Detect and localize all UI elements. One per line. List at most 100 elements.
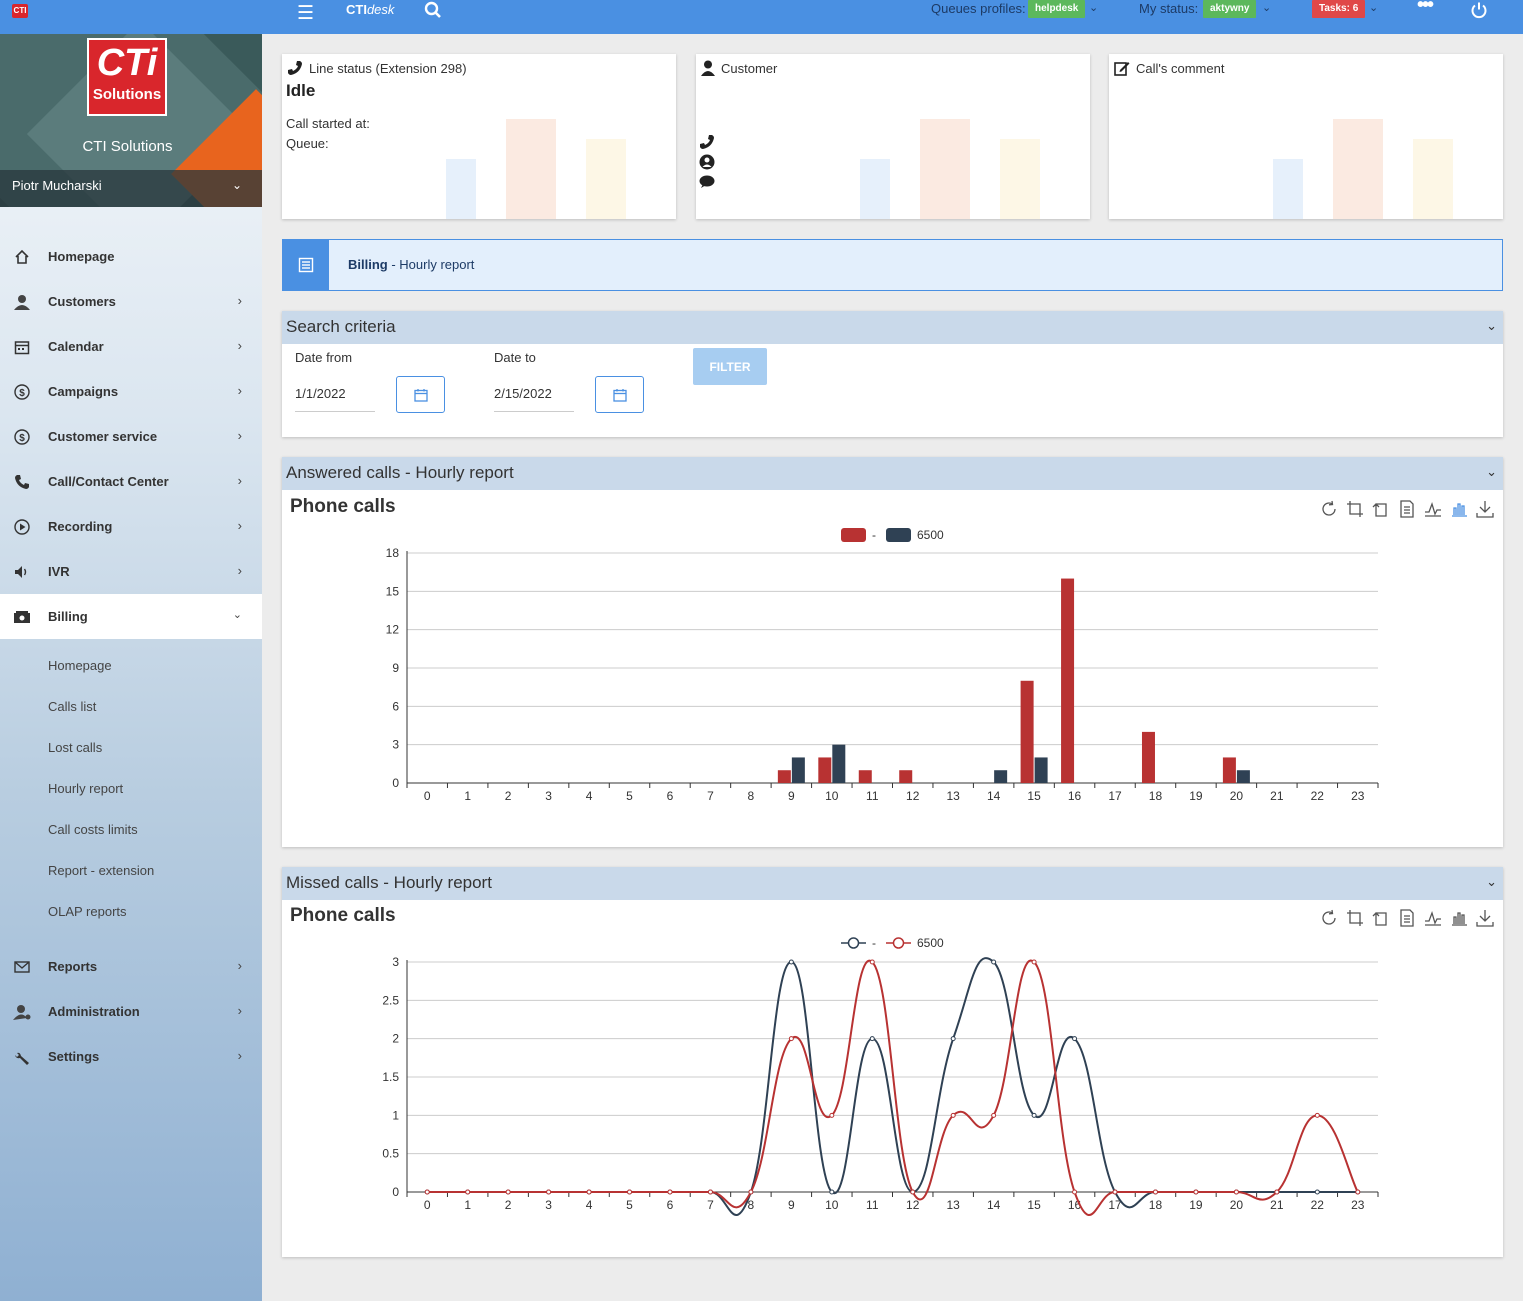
zoom-reset-icon[interactable]	[1371, 499, 1391, 519]
zoom-icon[interactable]	[1345, 499, 1365, 519]
sidebar-item-customer-service[interactable]: $ Customer service ›	[0, 414, 262, 459]
user-menu[interactable]: Piotr Mucharski ⌄	[0, 170, 262, 207]
sidebar-item-ivr[interactable]: IVR ›	[0, 549, 262, 594]
answered-calls-header[interactable]: Answered calls - Hourly report ⌄	[282, 457, 1503, 490]
data-point	[627, 1189, 633, 1195]
line-chart-icon[interactable]	[1423, 908, 1443, 928]
sidebar-item-customers[interactable]: Customers ›	[0, 279, 262, 324]
tasks-chevron-down-icon[interactable]: ⌄	[1369, 1, 1378, 14]
x-tick-label: 5	[626, 1198, 633, 1212]
x-tick-label: 11	[866, 789, 879, 803]
legend-label: -	[872, 936, 876, 950]
sidebar-item-calendar[interactable]: Calendar ›	[0, 324, 262, 369]
queues-profile-badge[interactable]: helpdesk	[1028, 0, 1086, 18]
zoom-icon[interactable]	[1345, 908, 1365, 928]
more-icon[interactable]: •••	[1417, 0, 1434, 17]
data-view-icon[interactable]	[1397, 499, 1417, 519]
sidebar-item-call-contact-center[interactable]: Call/Contact Center ›	[0, 459, 262, 504]
bar	[777, 770, 791, 783]
billing-sub-report-extension[interactable]: Report - extension	[0, 850, 262, 891]
customer-card: Customer	[696, 54, 1090, 219]
filter-button[interactable]: FILTER	[693, 348, 767, 385]
answered-calls-chart: 03691215180 1 2 3 4 5 6 7 8 9 10 11 12 13 14 15 16 17 18 19…	[386, 528, 1379, 803]
user-icon	[12, 292, 32, 312]
line-chart-icon[interactable]	[1423, 499, 1443, 519]
menu-toggle-icon[interactable]: ☰	[297, 2, 314, 25]
line-status-card: Line status (Extension 298) Idle Call st…	[282, 54, 676, 219]
data-point	[950, 1036, 956, 1042]
x-tick-label: 13	[947, 1198, 961, 1212]
list-icon	[283, 240, 329, 290]
breadcrumb: Billing - Hourly report	[348, 257, 475, 272]
sidebar-header: CTi Solutions CTI Solutions Piotr Muchar…	[0, 34, 262, 207]
data-point	[829, 1189, 835, 1195]
data-point	[1233, 1189, 1239, 1195]
sidebar-item-label: Call/Contact Center	[48, 474, 169, 489]
sidebar-item-billing[interactable]: Billing ⌄	[0, 594, 262, 639]
download-icon[interactable]	[1475, 499, 1495, 519]
refresh-icon[interactable]	[1319, 908, 1339, 928]
zoom-reset-icon[interactable]	[1371, 908, 1391, 928]
x-tick-label: 6	[667, 1198, 674, 1212]
chevron-right-icon: ›	[237, 1003, 242, 1018]
bar-chart-icon[interactable]	[1449, 908, 1469, 928]
data-view-icon[interactable]	[1397, 908, 1417, 928]
tasks-badge[interactable]: Tasks: 6	[1312, 0, 1366, 18]
chevron-right-icon: ›	[237, 958, 242, 973]
x-tick-label: 12	[906, 1198, 920, 1212]
app-logo[interactable]: CTI	[12, 4, 28, 18]
missed-calls-chart: 00.511.522.530 1 2 3 4 5 6 7 8 9 10 11 12 13 14 15 16 17 1…	[382, 936, 1379, 1216]
date-from-input[interactable]	[295, 376, 375, 412]
search-icon[interactable]	[424, 1, 442, 22]
bar	[1061, 578, 1075, 783]
x-tick-label: 16	[1068, 789, 1082, 803]
x-tick-label: 10	[825, 1198, 839, 1212]
legend-swatch-marker	[847, 937, 860, 949]
sidebar-item-homepage[interactable]: Homepage	[0, 234, 262, 279]
sidebar-item-settings[interactable]: Settings ›	[0, 1034, 262, 1079]
bar-chart-icon[interactable]	[1449, 499, 1469, 519]
y-tick-label: 1.5	[382, 1070, 399, 1084]
status-badge[interactable]: aktywny	[1203, 0, 1257, 18]
legend-swatch	[841, 528, 866, 542]
bar	[1020, 680, 1034, 783]
sidebar-item-recording[interactable]: Recording ›	[0, 504, 262, 549]
refresh-icon[interactable]	[1319, 499, 1339, 519]
bar	[994, 770, 1008, 783]
date-from-calendar-button[interactable]	[396, 376, 445, 413]
date-to-input[interactable]	[494, 376, 574, 412]
billing-sub-olap-reports[interactable]: OLAP reports	[0, 891, 262, 932]
x-tick-label: 9	[788, 789, 795, 803]
y-tick-label: 0	[392, 1185, 399, 1199]
billing-sub-homepage[interactable]: Homepage	[0, 645, 262, 686]
status-chevron-down-icon[interactable]: ⌄	[1262, 1, 1271, 14]
billing-sub-lost-calls[interactable]: Lost calls	[0, 727, 262, 768]
date-to-calendar-button[interactable]	[595, 376, 644, 413]
missed-calls-header[interactable]: Missed calls - Hourly report ⌄	[282, 867, 1503, 900]
billing-sub-calls-list[interactable]: Calls list	[0, 686, 262, 727]
sidebar-item-administration[interactable]: Administration ›	[0, 989, 262, 1034]
mail-icon	[12, 957, 32, 977]
queues-chevron-down-icon[interactable]: ⌄	[1089, 1, 1098, 14]
download-icon[interactable]	[1475, 908, 1495, 928]
billing-sub-hourly-report[interactable]: Hourly report	[0, 768, 262, 809]
chevron-down-icon[interactable]: ⌄	[1486, 318, 1497, 334]
my-status-label: My status:	[1139, 1, 1199, 16]
sidebar-item-campaigns[interactable]: $ Campaigns ›	[0, 369, 262, 414]
chevron-down-icon[interactable]: ⌄	[1486, 874, 1497, 890]
x-tick-label: 1	[464, 1198, 471, 1212]
home-icon	[12, 247, 32, 267]
bar	[899, 770, 913, 783]
billing-sub-call-costs-limits[interactable]: Call costs limits	[0, 809, 262, 850]
x-tick-label: 22	[1311, 1198, 1325, 1212]
search-criteria-header[interactable]: Search criteria ⌄	[282, 311, 1503, 344]
chevron-right-icon: ›	[237, 383, 242, 398]
x-tick-label: 21	[1270, 1198, 1284, 1212]
user-chevron-down-icon[interactable]: ⌄	[232, 178, 242, 192]
series-line	[427, 959, 1359, 1216]
y-tick-label: 3	[392, 738, 399, 752]
sidebar-item-reports[interactable]: Reports ›	[0, 944, 262, 989]
power-icon[interactable]	[1470, 1, 1488, 22]
chevron-down-icon[interactable]: ⌄	[1486, 464, 1497, 480]
phone-icon	[288, 61, 302, 75]
